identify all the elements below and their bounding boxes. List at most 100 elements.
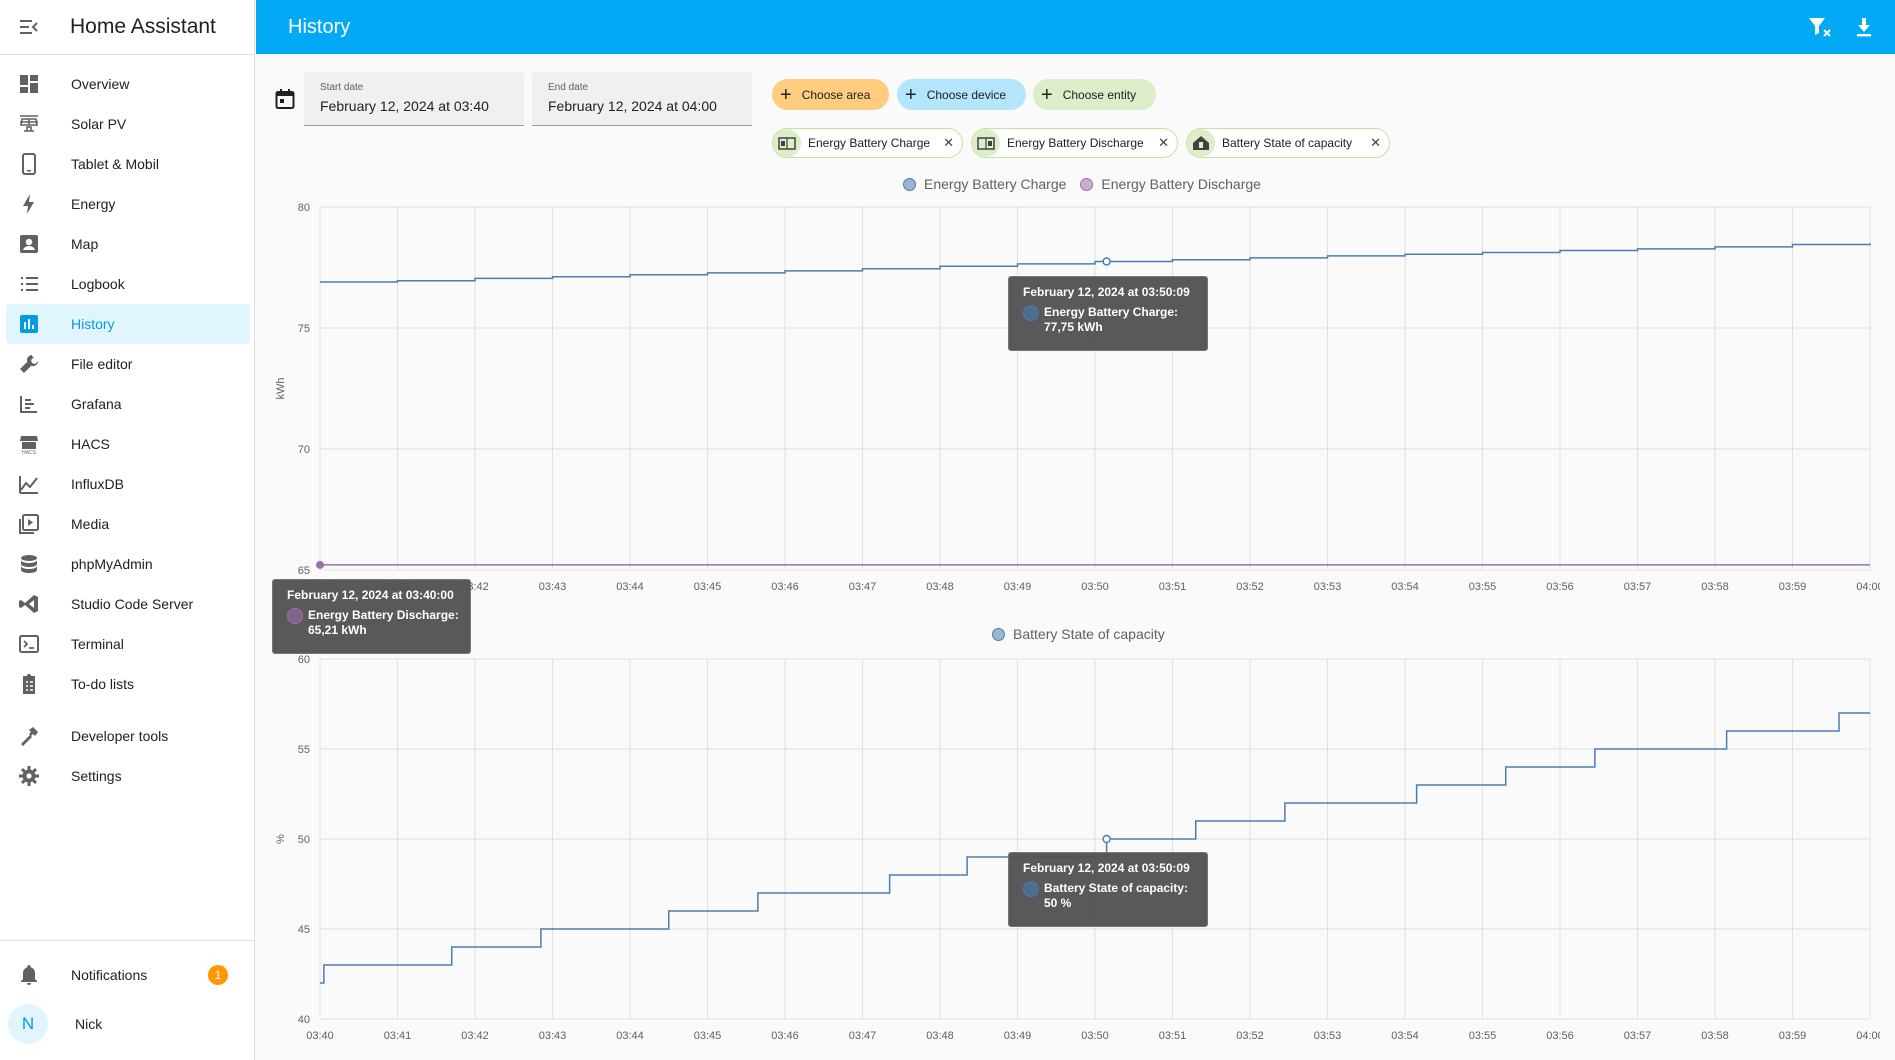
y-tick-label: 40 [298, 1014, 310, 1026]
legend-item[interactable]: Battery State of capacity [992, 626, 1165, 642]
chart-areaspline-icon [16, 471, 42, 497]
x-tick-label: 03:53 [1314, 1030, 1342, 1042]
top-app-bar: History [256, 0, 1895, 54]
x-tick-label: 03:58 [1701, 1030, 1729, 1042]
entity-chip[interactable]: Energy Battery Discharge ✕ [971, 128, 1178, 158]
entity-chip[interactable]: Battery State of capacity ✕ [1186, 128, 1390, 158]
sidebar-item-developer-tools[interactable]: Developer tools [6, 716, 250, 756]
choose-area-label: Choose area [801, 87, 871, 102]
chart-tooltip: February 12, 2024 at 03:40:00 Energy Bat… [272, 579, 471, 654]
energy-chart[interactable]: 6570758003:4003:4103:4203:4303:4403:4503… [270, 195, 1880, 605]
close-icon[interactable]: ✕ [1158, 135, 1169, 151]
chart-legend: Energy Battery Charge Energy Battery Dis… [903, 176, 1275, 192]
y-axis-label: kWh [275, 378, 287, 400]
legend-item[interactable]: Energy Battery Discharge [1080, 176, 1261, 192]
x-tick-label: 03:57 [1624, 1030, 1652, 1042]
sidebar-item-solar-pv[interactable]: Solar PV [6, 104, 250, 144]
home-battery-icon [773, 129, 801, 157]
chart-timeline-icon [16, 391, 42, 417]
start-date-value: February 12, 2024 at 03:40 [320, 98, 489, 114]
close-icon[interactable]: ✕ [943, 135, 954, 151]
app-title: Home Assistant [70, 15, 216, 38]
hammer-icon [16, 723, 42, 749]
tooltip-swatch [1023, 305, 1039, 321]
sidebar-item-tablet-mobil[interactable]: Tablet & Mobil [6, 144, 250, 184]
sidebar-item-phpmyadmin[interactable]: phpMyAdmin [6, 544, 250, 584]
x-tick-label: 03:41 [384, 1030, 412, 1042]
y-tick-label: 60 [298, 654, 310, 666]
sidebar-item-file-editor[interactable]: File editor [6, 344, 250, 384]
x-tick-label: 03:53 [1314, 581, 1342, 593]
data-point-marker[interactable] [1102, 257, 1111, 266]
menu-collapse-icon[interactable] [14, 12, 44, 42]
x-tick-label: 03:54 [1391, 581, 1419, 593]
end-date-value: February 12, 2024 at 04:00 [548, 98, 717, 114]
entity-chip[interactable]: Energy Battery Charge ✕ [772, 128, 963, 158]
chart-tooltip: February 12, 2024 at 03:50:09 Battery St… [1008, 852, 1208, 927]
plus-icon: + [905, 83, 917, 106]
home-battery-icon [972, 129, 1000, 157]
sidebar-item-label: InfluxDB [71, 476, 124, 492]
y-axis-label: % [275, 834, 287, 844]
x-tick-label: 03:43 [539, 1030, 567, 1042]
legend-item[interactable]: Energy Battery Charge [903, 176, 1066, 192]
database-icon [16, 551, 42, 577]
user-name: Nick [75, 1016, 103, 1032]
sidebar-item-media[interactable]: Media [6, 504, 250, 544]
filter-remove-icon[interactable] [1805, 12, 1835, 42]
download-icon[interactable] [1849, 12, 1879, 42]
sidebar-item-label: File editor [71, 356, 133, 372]
sidebar-item-map[interactable]: Map [6, 224, 250, 264]
sidebar-item-to-do-lists[interactable]: To-do lists [6, 664, 250, 704]
play-box-icon [16, 511, 42, 537]
battery-capacity-chart[interactable]: 40 45 50 55 60 03:40 03:41 03:42 03:43 03:44 03:45… [270, 645, 1880, 1045]
sidebar-item-settings[interactable]: Settings [6, 756, 250, 796]
x-tick-label: 03:49 [1004, 1030, 1032, 1042]
svg-text:HACS: HACS [22, 450, 37, 455]
sidebar-item-grafana[interactable]: Grafana [6, 384, 250, 424]
data-point-marker[interactable] [1102, 834, 1111, 844]
x-tick-label: 03:55 [1469, 581, 1497, 593]
close-icon[interactable]: ✕ [1370, 135, 1381, 151]
sidebar-item-label: History [71, 316, 115, 332]
choose-device-button[interactable]: + Choose device [897, 79, 1026, 110]
calendar-icon[interactable] [272, 86, 298, 112]
sidebar-item-notifications[interactable]: Notifications 1 [6, 955, 250, 995]
choose-area-button[interactable]: + Choose area [772, 79, 889, 110]
choose-entity-button[interactable]: + Choose entity [1033, 79, 1156, 110]
sidebar-item-logbook[interactable]: Logbook [6, 264, 250, 304]
end-date-field[interactable]: End date February 12, 2024 at 04:00 [532, 72, 752, 126]
home-battery-outline-icon [1187, 129, 1215, 157]
tooltip-swatch [287, 608, 303, 624]
entity-chip-label: Energy Battery Discharge [1007, 136, 1144, 150]
sidebar-item-energy[interactable]: Energy [6, 184, 250, 224]
sidebar-item-label: Media [71, 516, 110, 532]
legend-swatch [992, 627, 1005, 641]
account-box-icon [16, 231, 42, 257]
sidebar-item-hacs[interactable]: HACS HACS [6, 424, 250, 464]
avatar: N [8, 1004, 48, 1044]
start-date-field[interactable]: Start date February 12, 2024 at 03:40 [304, 72, 524, 126]
sidebar: Home Assistant Overview Solar PV Tablet & … [0, 0, 255, 1060]
plus-icon: + [780, 83, 792, 106]
sidebar-item-history[interactable]: History [6, 304, 250, 344]
sidebar-item-label: Developer tools [71, 728, 169, 744]
sidebar-item-influxdb[interactable]: InfluxDB [6, 464, 250, 504]
data-point-marker[interactable] [316, 560, 324, 569]
sidebar-item-user[interactable]: N Nick [6, 1004, 250, 1044]
sidebar-item-terminal[interactable]: Terminal [6, 624, 250, 664]
sidebar-item-label: Energy [71, 196, 116, 212]
sidebar-item-overview[interactable]: Overview [6, 64, 250, 104]
x-tick-label: 03:56 [1546, 1030, 1574, 1042]
solar-panel-icon [16, 111, 42, 137]
sidebar-item-studio-code-server[interactable]: Studio Code Server [6, 584, 250, 624]
chart-tooltip: February 12, 2024 at 03:50:09 Energy Bat… [1008, 276, 1208, 351]
x-tick-label: 03:48 [926, 581, 954, 593]
bell-icon [16, 962, 42, 988]
x-tick-label: 03:44 [616, 581, 644, 593]
tooltip-text: Energy Battery Charge: 77,75 kWh [1044, 305, 1179, 334]
y-tick-label: 45 [298, 924, 310, 936]
x-tick-label: 03:45 [694, 1030, 722, 1042]
x-tick-label: 03:52 [1236, 1030, 1264, 1042]
x-tick-label: 03:40 [306, 1030, 334, 1042]
